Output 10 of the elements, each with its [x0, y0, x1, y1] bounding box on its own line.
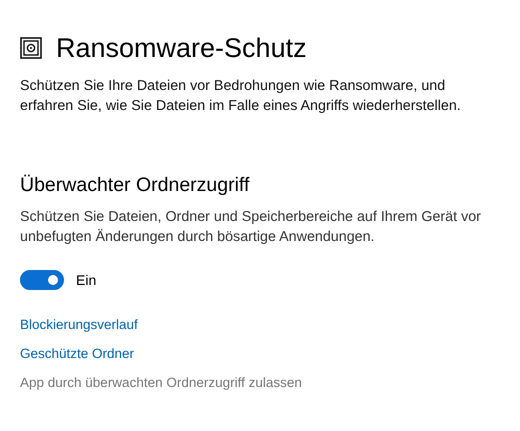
section-description: Schützen Sie Dateien, Ordner und Speicherbereiche auf Ihrem Gerät vor unbefugten Änderungen durch bösartige Anwendungen. — [20, 208, 482, 247]
page-title: Ransomware-Schutz — [56, 32, 307, 64]
safe-icon — [20, 37, 42, 59]
link[interactable]: Blockierungsverlauf — [20, 316, 138, 334]
page-description: Schützen Sie Ihre Dateien vor Bedrohungen wie Ransomware, und erfahren Sie, wie Sie Dateien im Falle eines Angriffs wiederherstellen. — [20, 77, 462, 116]
section-title: Überwachter Ordnerzugriff — [20, 174, 250, 197]
link[interactable]: Geschützte Ordner — [20, 345, 134, 363]
toggle-label: Ein — [76, 272, 96, 288]
link: App durch überwachten Ordnerzugriff zulassen — [20, 374, 302, 392]
toggle-switch[interactable] — [20, 270, 64, 290]
